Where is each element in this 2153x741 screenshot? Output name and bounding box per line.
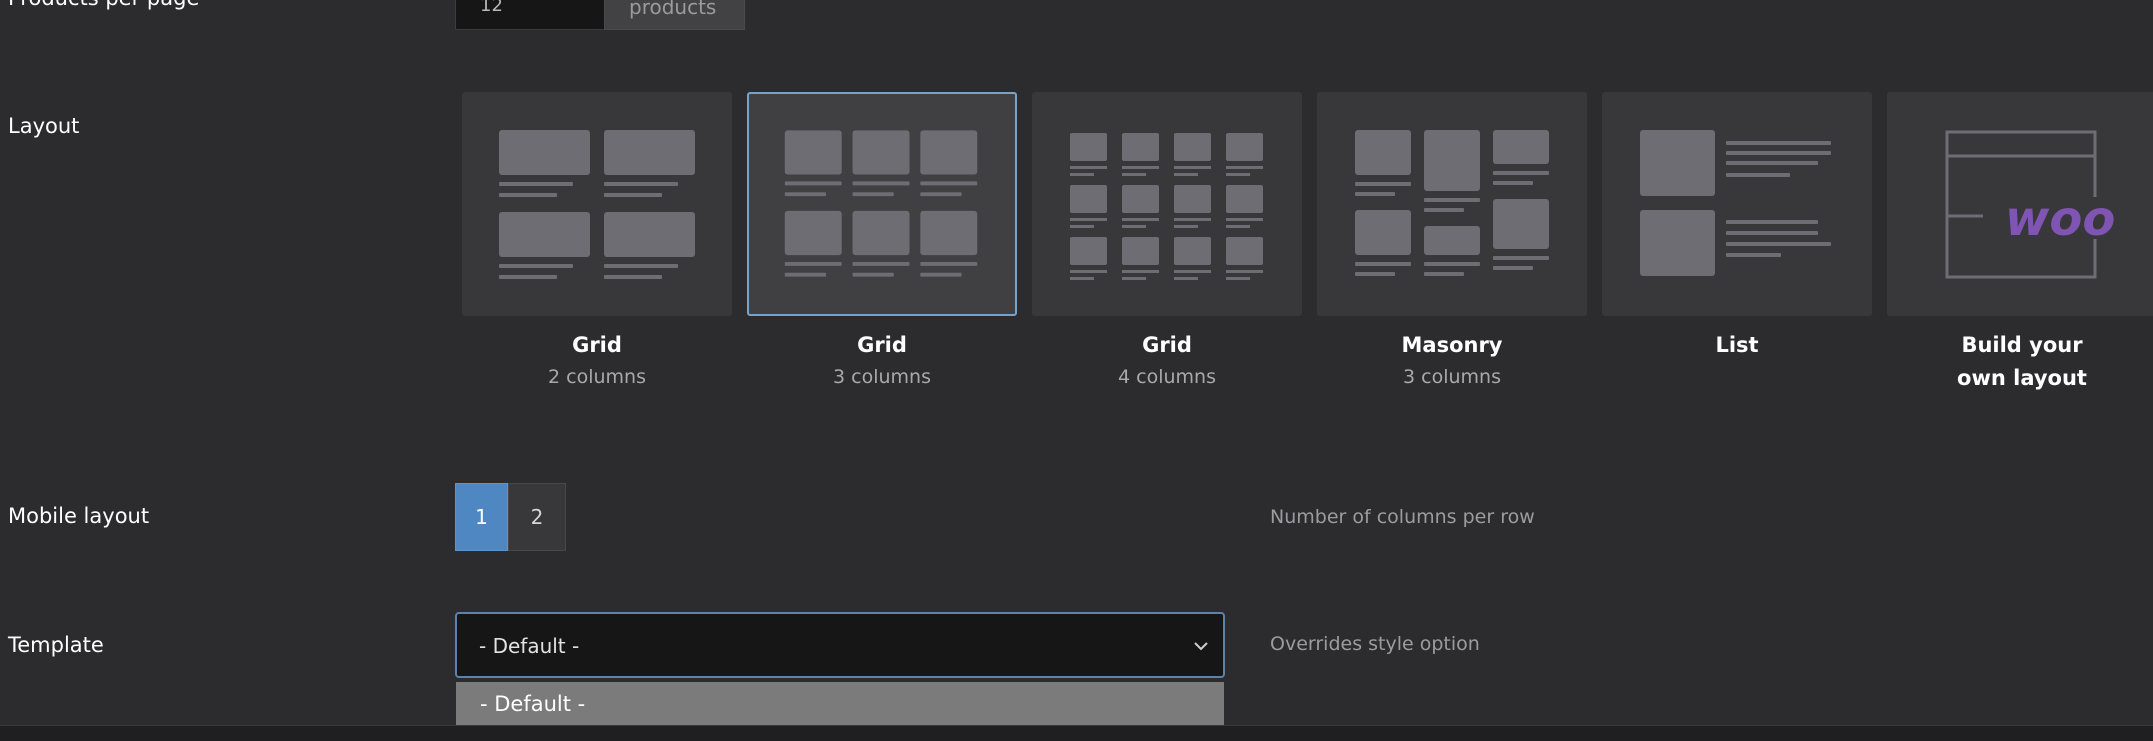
template-select[interactable]: - Default -	[455, 612, 1225, 678]
grid-3-columns-icon	[784, 130, 978, 277]
layout-option-subtitle: 4 columns	[1118, 366, 1216, 388]
layout-option-title-line2: own layout	[1957, 366, 2087, 390]
template-dropdown-option[interactable]: - Default -	[480, 692, 585, 716]
layout-option-title: Grid	[857, 333, 907, 357]
layout-option-title: Grid	[1142, 333, 1192, 357]
products-suffix: products	[604, 0, 745, 30]
layout-label: Layout	[8, 114, 80, 138]
mobile-layout-option-1[interactable]: 1	[455, 483, 508, 551]
chevron-down-icon	[1194, 642, 1208, 651]
masonry-icon	[1355, 130, 1549, 276]
layout-option-subtitle: 3 columns	[833, 366, 931, 388]
layout-option-subtitle: 2 columns	[548, 366, 646, 388]
layout-option-grid-2[interactable]	[462, 92, 732, 316]
list-layout-icon	[1640, 130, 1831, 276]
layout-option-title: Masonry	[1401, 333, 1503, 357]
layout-option-build-your-own[interactable]: woo	[1887, 92, 2153, 316]
layout-option-title: List	[1715, 333, 1759, 357]
bottom-bar	[0, 725, 2153, 741]
mobile-layout-label: Mobile layout	[8, 504, 150, 528]
grid-4-columns-icon	[1070, 133, 1263, 280]
template-help: Overrides style option	[1270, 633, 1480, 655]
grid-2-columns-icon	[499, 130, 695, 279]
layout-option-title: Build your	[1961, 333, 2083, 357]
template-dropdown-list: - Default -	[456, 682, 1224, 728]
mobile-layout-help: Number of columns per row	[1270, 506, 1535, 528]
template-label: Template	[8, 633, 104, 657]
products-per-page-label: Products per page	[8, 0, 199, 10]
layout-option-title: Grid	[572, 333, 622, 357]
layout-option-subtitle: 3 columns	[1403, 366, 1501, 388]
layout-option-grid-4[interactable]	[1032, 92, 1302, 316]
woo-builder-icon: woo	[1945, 130, 2123, 279]
mobile-layout-option-2[interactable]: 2	[508, 483, 566, 551]
layout-option-grid-3[interactable]	[747, 92, 1017, 316]
template-select-value: - Default -	[479, 634, 580, 658]
products-per-page-input[interactable]: 12	[455, 0, 605, 30]
layout-option-list[interactable]	[1602, 92, 1872, 316]
woo-logo: woo	[2005, 191, 2115, 247]
layout-option-masonry[interactable]	[1317, 92, 1587, 316]
